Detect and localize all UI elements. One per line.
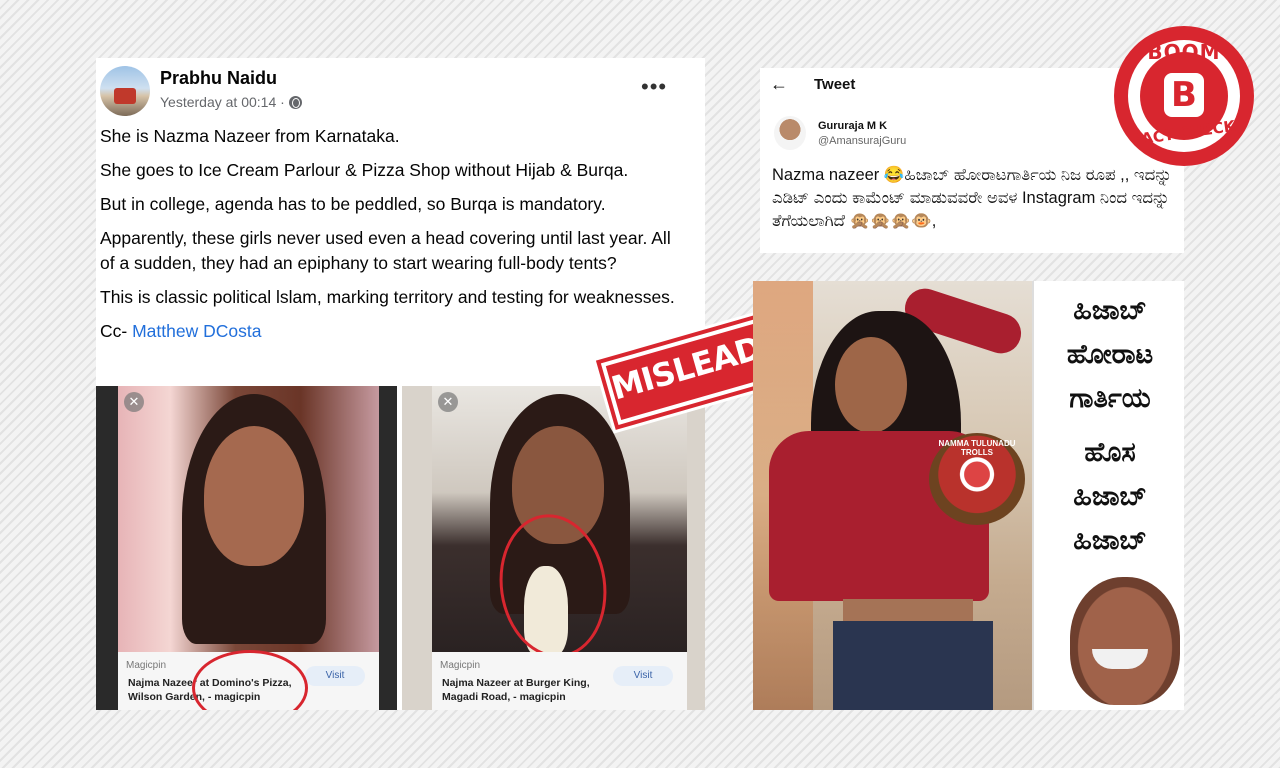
close-icon[interactable]: ✕ — [124, 392, 144, 412]
boom-fact-check-logo: BOOM B FACT CHECK — [1114, 26, 1254, 166]
post-timestamp[interactable]: Yesterday at 00:14 · — [160, 94, 302, 110]
author-name[interactable]: Prabhu Naidu — [160, 68, 277, 89]
meme-line: ಹಿಜಾಬ್ — [1073, 295, 1147, 326]
troll-page-logo: NAMMA TULUNADU TROLLS — [929, 433, 1025, 525]
meme-text-bottom: ಹೊಸ ಹಿಜಾಬ್ ಹಿಜಾಬ್ — [1034, 431, 1184, 563]
magicpin-label: Magicpin — [126, 660, 167, 671]
face-shape — [204, 426, 304, 566]
cc-prefix: Cc- — [100, 321, 128, 341]
post-paragraph: She goes to Ice Cream Parlour & Pizza Sh… — [100, 160, 629, 180]
author-avatar[interactable] — [100, 66, 150, 116]
face-shape — [835, 337, 907, 433]
photo-image — [432, 386, 687, 665]
meme-line: ಹಿಜಾಬ್ — [1073, 481, 1147, 512]
more-options-icon[interactable]: ••• — [641, 74, 667, 100]
meme-line: ಹಿಜಾಬ್ — [1073, 525, 1147, 556]
photo-image — [118, 386, 379, 652]
meme-image: NAMMA TULUNADU TROLLS ಹಿಜಾಬ್ ಹೋರಾಟ ಗಾರ್ತ… — [753, 281, 1184, 710]
tweet-header-title: Tweet — [814, 76, 856, 93]
tweet-text: Nazma nazeer 😂ಹಿಜಾಬ್ ಹೋರಾಟಗಾರ್ತಿಯ ನಿಜ ರೂ… — [772, 166, 1172, 230]
cc-line: Cc- Matthew DCosta — [100, 319, 690, 344]
meme-photo: NAMMA TULUNADU TROLLS — [753, 281, 1032, 710]
back-arrow-icon[interactable]: ← — [770, 74, 788, 95]
post-paragraph: She is Nazma Nazeer from Karnataka. — [100, 126, 400, 146]
troll-logo-text: NAMMA TULUNADU TROLLS — [938, 439, 1016, 457]
logo-letter: B — [1164, 73, 1204, 117]
visit-button[interactable]: Visit — [613, 666, 673, 686]
logo-top-text: BOOM — [1147, 40, 1221, 64]
tweet-author-handle[interactable]: @AmansurajGuru — [818, 135, 906, 147]
magicpin-label: Magicpin — [440, 660, 481, 671]
post-paragraph: This is classic political lslam, marking… — [100, 287, 675, 307]
meme-line: ಹೊಸ — [1084, 437, 1136, 468]
tweet-author-name[interactable]: Gururaja M K — [818, 120, 887, 132]
post-paragraph: But in college, agenda has to be peddled… — [100, 194, 606, 214]
man-face-shape — [1070, 577, 1180, 705]
meme-text-panel: ಹಿಜಾಬ್ ಹೋರಾಟ ಗಾರ್ತಿಯ ಹೊಸ ಹಿಜಾಬ್ ಹಿಜಾಬ್ — [1032, 281, 1184, 710]
meme-line: ಗಾರ್ತಿಯ — [1069, 383, 1151, 414]
post-body: She is Nazma Nazeer from Karnataka. She … — [100, 124, 690, 353]
visit-button[interactable]: Visit — [305, 666, 365, 686]
post-photo-left[interactable]: ✕ Magicpin Najma Nazeer at Domino's Pizz… — [96, 386, 397, 710]
close-icon[interactable]: ✕ — [438, 392, 458, 412]
jeans-shape — [833, 621, 993, 710]
smile-shape — [1092, 649, 1148, 669]
meme-text-top: ಹಿಜಾಬ್ ಹೋರಾಟ ಗಾರ್ತಿಯ — [1034, 289, 1184, 421]
caption-text: Najma Nazeer at Burger King, Magadi Road… — [442, 677, 590, 703]
tweet-author-avatar[interactable] — [774, 116, 806, 150]
post-paragraph: Apparently, these girls never used even … — [100, 228, 671, 273]
timestamp-text[interactable]: Yesterday at 00:14 · — [160, 94, 285, 110]
meme-line: ಹೋರಾಟ — [1066, 339, 1154, 370]
post-photo-right[interactable]: ✕ Magicpin Najma Nazeer at Burger King, … — [402, 386, 705, 710]
tagged-user-link[interactable]: Matthew DCosta — [132, 321, 261, 341]
photo-caption-card: Magicpin Najma Nazeer at Burger King, Ma… — [432, 652, 687, 710]
globe-icon — [288, 95, 302, 109]
